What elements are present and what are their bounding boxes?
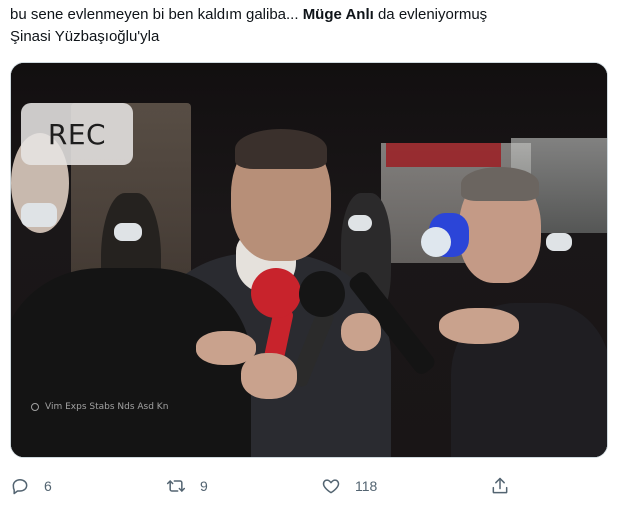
share-button[interactable]	[490, 474, 510, 498]
face-mask	[114, 223, 142, 241]
retweet-icon	[166, 480, 186, 492]
hand	[241, 353, 297, 399]
like-button[interactable]: 118	[321, 474, 377, 498]
retweet-count: 9	[200, 478, 208, 494]
tweet-actions-bar: 6 9 118	[10, 474, 610, 498]
reply-button[interactable]: 6	[10, 474, 52, 498]
tweet-media-card[interactable]: REC Vim Exps Stabs Nds Asd Kn	[10, 62, 608, 458]
reply-icon	[12, 479, 28, 495]
microphone-red	[251, 268, 301, 318]
share-icon	[492, 477, 508, 494]
microphone-white	[421, 227, 451, 257]
video-red-sign	[386, 143, 501, 167]
ticker-text: Vim Exps Stabs Nds Asd Kn	[45, 402, 169, 412]
like-count: 118	[355, 478, 378, 494]
rec-badge: REC	[21, 103, 133, 165]
video-frame[interactable]: REC Vim Exps Stabs Nds Asd Kn	[11, 63, 607, 457]
tweet-text-part1: bu sene evlenmeyen bi ben kaldım galiba.…	[10, 6, 303, 23]
face-mask	[21, 203, 57, 227]
video-ticker: Vim Exps Stabs Nds Asd Kn	[31, 399, 261, 415]
tweet-mention: Müge Anlı	[302, 6, 374, 23]
face-mask	[348, 215, 372, 231]
hand	[341, 313, 381, 351]
reply-count: 6	[44, 478, 52, 494]
tweet-text-part2: da evleniyormuş	[373, 6, 488, 23]
hand	[439, 308, 519, 344]
right-man-hair	[461, 167, 539, 201]
like-icon	[322, 479, 340, 494]
face-mask	[546, 233, 572, 251]
speaker-hair	[235, 129, 327, 169]
microphone-black	[299, 271, 345, 317]
tweet-text: bu sene evlenmeyen bi ben kaldım galiba.…	[10, 4, 620, 48]
retweet-button[interactable]: 9	[166, 474, 208, 498]
tweet-text-line2: Şinasi Yüzbaşıoğlu'yla	[10, 28, 160, 45]
ticker-dot-icon	[31, 403, 39, 411]
